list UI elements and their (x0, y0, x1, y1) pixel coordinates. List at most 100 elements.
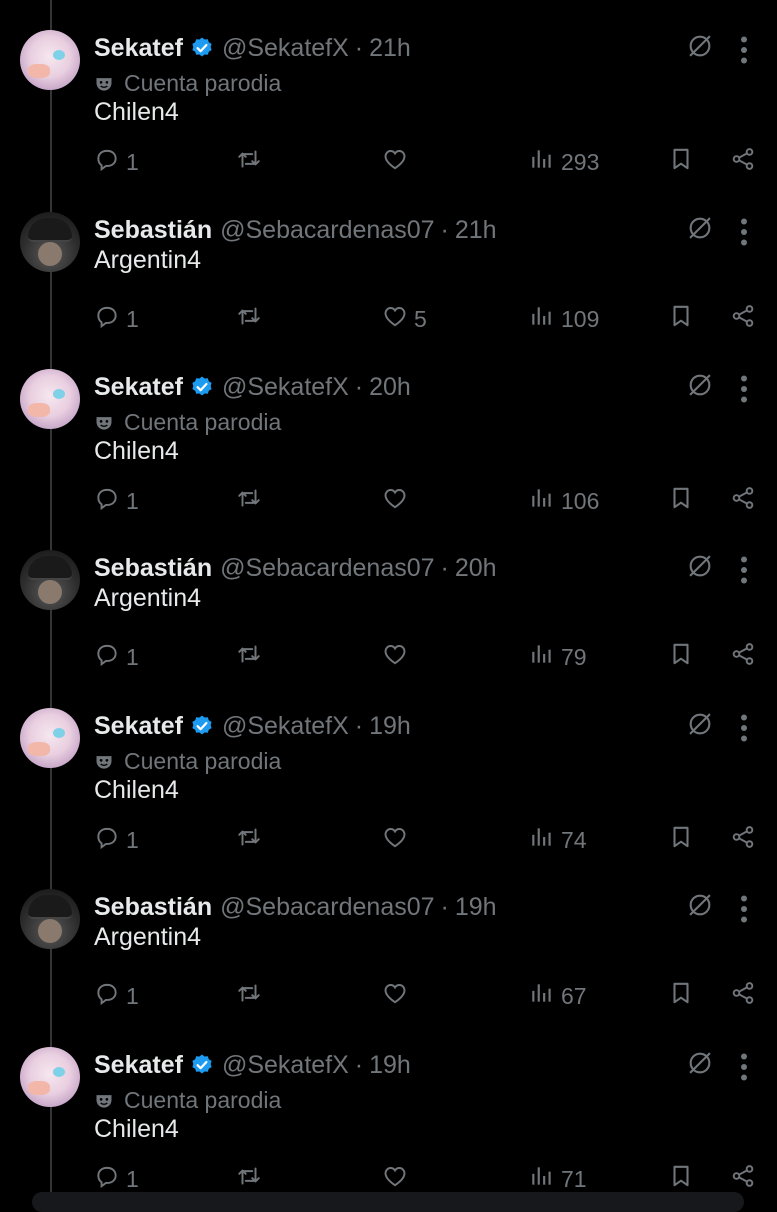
reply-button[interactable]: 1 (94, 1162, 139, 1196)
reply-button[interactable]: 1 (94, 484, 139, 518)
share-button[interactable] (730, 145, 756, 179)
display-name[interactable]: Sebastián (94, 554, 212, 583)
views-button[interactable]: 74 (529, 823, 587, 857)
reply-icon (94, 641, 120, 673)
timestamp[interactable]: 19h (455, 893, 497, 922)
like-count: 5 (414, 305, 427, 332)
reply-button[interactable]: 1 (94, 302, 139, 336)
timestamp[interactable]: 20h (455, 554, 497, 583)
like-button[interactable] (382, 979, 414, 1013)
user-handle[interactable]: @Sebacardenas07 (220, 554, 434, 583)
views-button[interactable]: 71 (529, 1162, 587, 1196)
views-button[interactable]: 106 (529, 484, 599, 518)
tweet[interactable]: Sekatef @SekatefX · 20h Cuenta parodia C… (0, 369, 777, 519)
user-handle[interactable]: @SekatefX (222, 1051, 349, 1080)
grok-icon[interactable] (686, 891, 714, 919)
share-icon (730, 303, 756, 335)
grok-icon[interactable] (686, 710, 714, 738)
grok-icon[interactable] (686, 552, 714, 580)
retweet-button[interactable] (236, 640, 268, 674)
tweet[interactable]: Sebastián @Sebacardenas07 · 20h Argentin… (0, 550, 777, 670)
reply-icon (94, 1163, 120, 1195)
share-button[interactable] (730, 302, 756, 336)
timestamp[interactable]: 21h (455, 216, 497, 245)
avatar[interactable] (20, 369, 80, 429)
grok-icon[interactable] (686, 32, 714, 60)
views-button[interactable]: 67 (529, 979, 587, 1013)
share-icon (730, 1163, 756, 1195)
bookmark-button[interactable] (668, 823, 694, 857)
retweet-button[interactable] (236, 979, 268, 1013)
views-button[interactable]: 79 (529, 640, 587, 674)
views-button[interactable]: 109 (529, 302, 599, 336)
view-count: 79 (561, 643, 587, 670)
display-name[interactable]: Sekatef (94, 373, 183, 402)
avatar[interactable] (20, 30, 80, 90)
display-name[interactable]: Sekatef (94, 1051, 183, 1080)
bookmark-button[interactable] (668, 302, 694, 336)
avatar[interactable] (20, 212, 80, 272)
display-name[interactable]: Sekatef (94, 34, 183, 63)
avatar[interactable] (20, 708, 80, 768)
bookmark-button[interactable] (668, 979, 694, 1013)
user-handle[interactable]: @SekatefX (222, 373, 349, 402)
retweet-button[interactable] (236, 823, 268, 857)
retweet-icon (236, 980, 262, 1012)
user-handle[interactable]: @SekatefX (222, 712, 349, 741)
retweet-button[interactable] (236, 145, 268, 179)
avatar[interactable] (20, 550, 80, 610)
bookmark-button[interactable] (668, 640, 694, 674)
more-vertical-icon[interactable] (735, 1049, 753, 1081)
like-button[interactable] (382, 484, 414, 518)
tweet[interactable]: Sebastián @Sebacardenas07 · 21h Argentin… (0, 212, 777, 332)
bookmark-button[interactable] (668, 484, 694, 518)
timestamp[interactable]: 19h (369, 712, 411, 741)
share-button[interactable] (730, 823, 756, 857)
reply-button[interactable]: 1 (94, 145, 139, 179)
reply-button[interactable]: 1 (94, 979, 139, 1013)
timestamp[interactable]: 20h (369, 373, 411, 402)
tweet[interactable]: Sekatef @SekatefX · 21h Cuenta parodia C… (0, 30, 777, 180)
reply-button[interactable]: 1 (94, 640, 139, 674)
retweet-button[interactable] (236, 484, 268, 518)
tweet[interactable]: Sebastián @Sebacardenas07 · 19h Argentin… (0, 889, 777, 1009)
user-handle[interactable]: @SekatefX (222, 34, 349, 63)
more-vertical-icon[interactable] (735, 552, 753, 584)
display-name[interactable]: Sebastián (94, 893, 212, 922)
share-button[interactable] (730, 1162, 756, 1196)
grok-icon[interactable] (686, 1049, 714, 1077)
user-handle[interactable]: @Sebacardenas07 (220, 893, 434, 922)
views-button[interactable]: 293 (529, 145, 599, 179)
bookmark-button[interactable] (668, 145, 694, 179)
share-button[interactable] (730, 640, 756, 674)
parody-label-text: Cuenta parodia (124, 1086, 282, 1113)
more-vertical-icon[interactable] (735, 891, 753, 923)
grok-icon[interactable] (686, 371, 714, 399)
tweet[interactable]: Sekatef @SekatefX · 19h Cuenta parodia C… (0, 1047, 777, 1197)
bookmark-icon (668, 980, 694, 1012)
more-vertical-icon[interactable] (735, 710, 753, 742)
display-name[interactable]: Sekatef (94, 712, 183, 741)
reply-button[interactable]: 1 (94, 823, 139, 857)
like-button[interactable] (382, 823, 414, 857)
share-button[interactable] (730, 484, 756, 518)
retweet-button[interactable] (236, 1162, 268, 1196)
grok-icon[interactable] (686, 214, 714, 242)
timestamp[interactable]: 21h (369, 34, 411, 63)
more-vertical-icon[interactable] (735, 32, 753, 64)
display-name[interactable]: Sebastián (94, 216, 212, 245)
retweet-button[interactable] (236, 302, 268, 336)
share-button[interactable] (730, 979, 756, 1013)
avatar[interactable] (20, 889, 80, 949)
like-button[interactable]: 5 (382, 302, 427, 336)
timestamp[interactable]: 19h (369, 1051, 411, 1080)
like-button[interactable] (382, 640, 414, 674)
tweet[interactable]: Sekatef @SekatefX · 19h Cuenta parodia C… (0, 708, 777, 858)
more-vertical-icon[interactable] (735, 214, 753, 246)
more-vertical-icon[interactable] (735, 371, 753, 403)
bookmark-button[interactable] (668, 1162, 694, 1196)
user-handle[interactable]: @Sebacardenas07 (220, 216, 434, 245)
like-button[interactable] (382, 1162, 414, 1196)
avatar[interactable] (20, 1047, 80, 1107)
like-button[interactable] (382, 145, 414, 179)
